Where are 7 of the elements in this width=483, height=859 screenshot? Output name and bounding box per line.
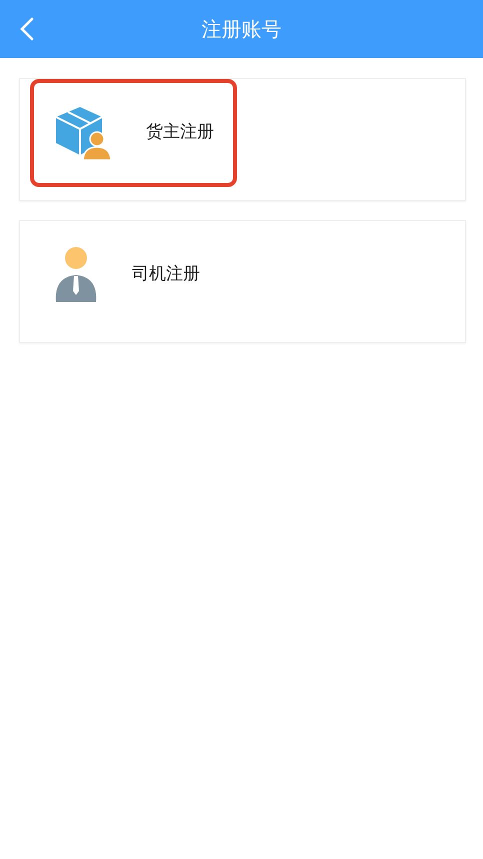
option-card[interactable]: 司机注册 <box>19 220 466 343</box>
person-tie-icon <box>54 247 98 303</box>
page-title: 注册账号 <box>202 16 282 43</box>
box-user-icon <box>54 105 112 161</box>
option-card[interactable]: 货主注册 <box>19 78 466 201</box>
option-label: 司机注册 <box>132 263 200 286</box>
option-label: 货主注册 <box>146 121 214 144</box>
